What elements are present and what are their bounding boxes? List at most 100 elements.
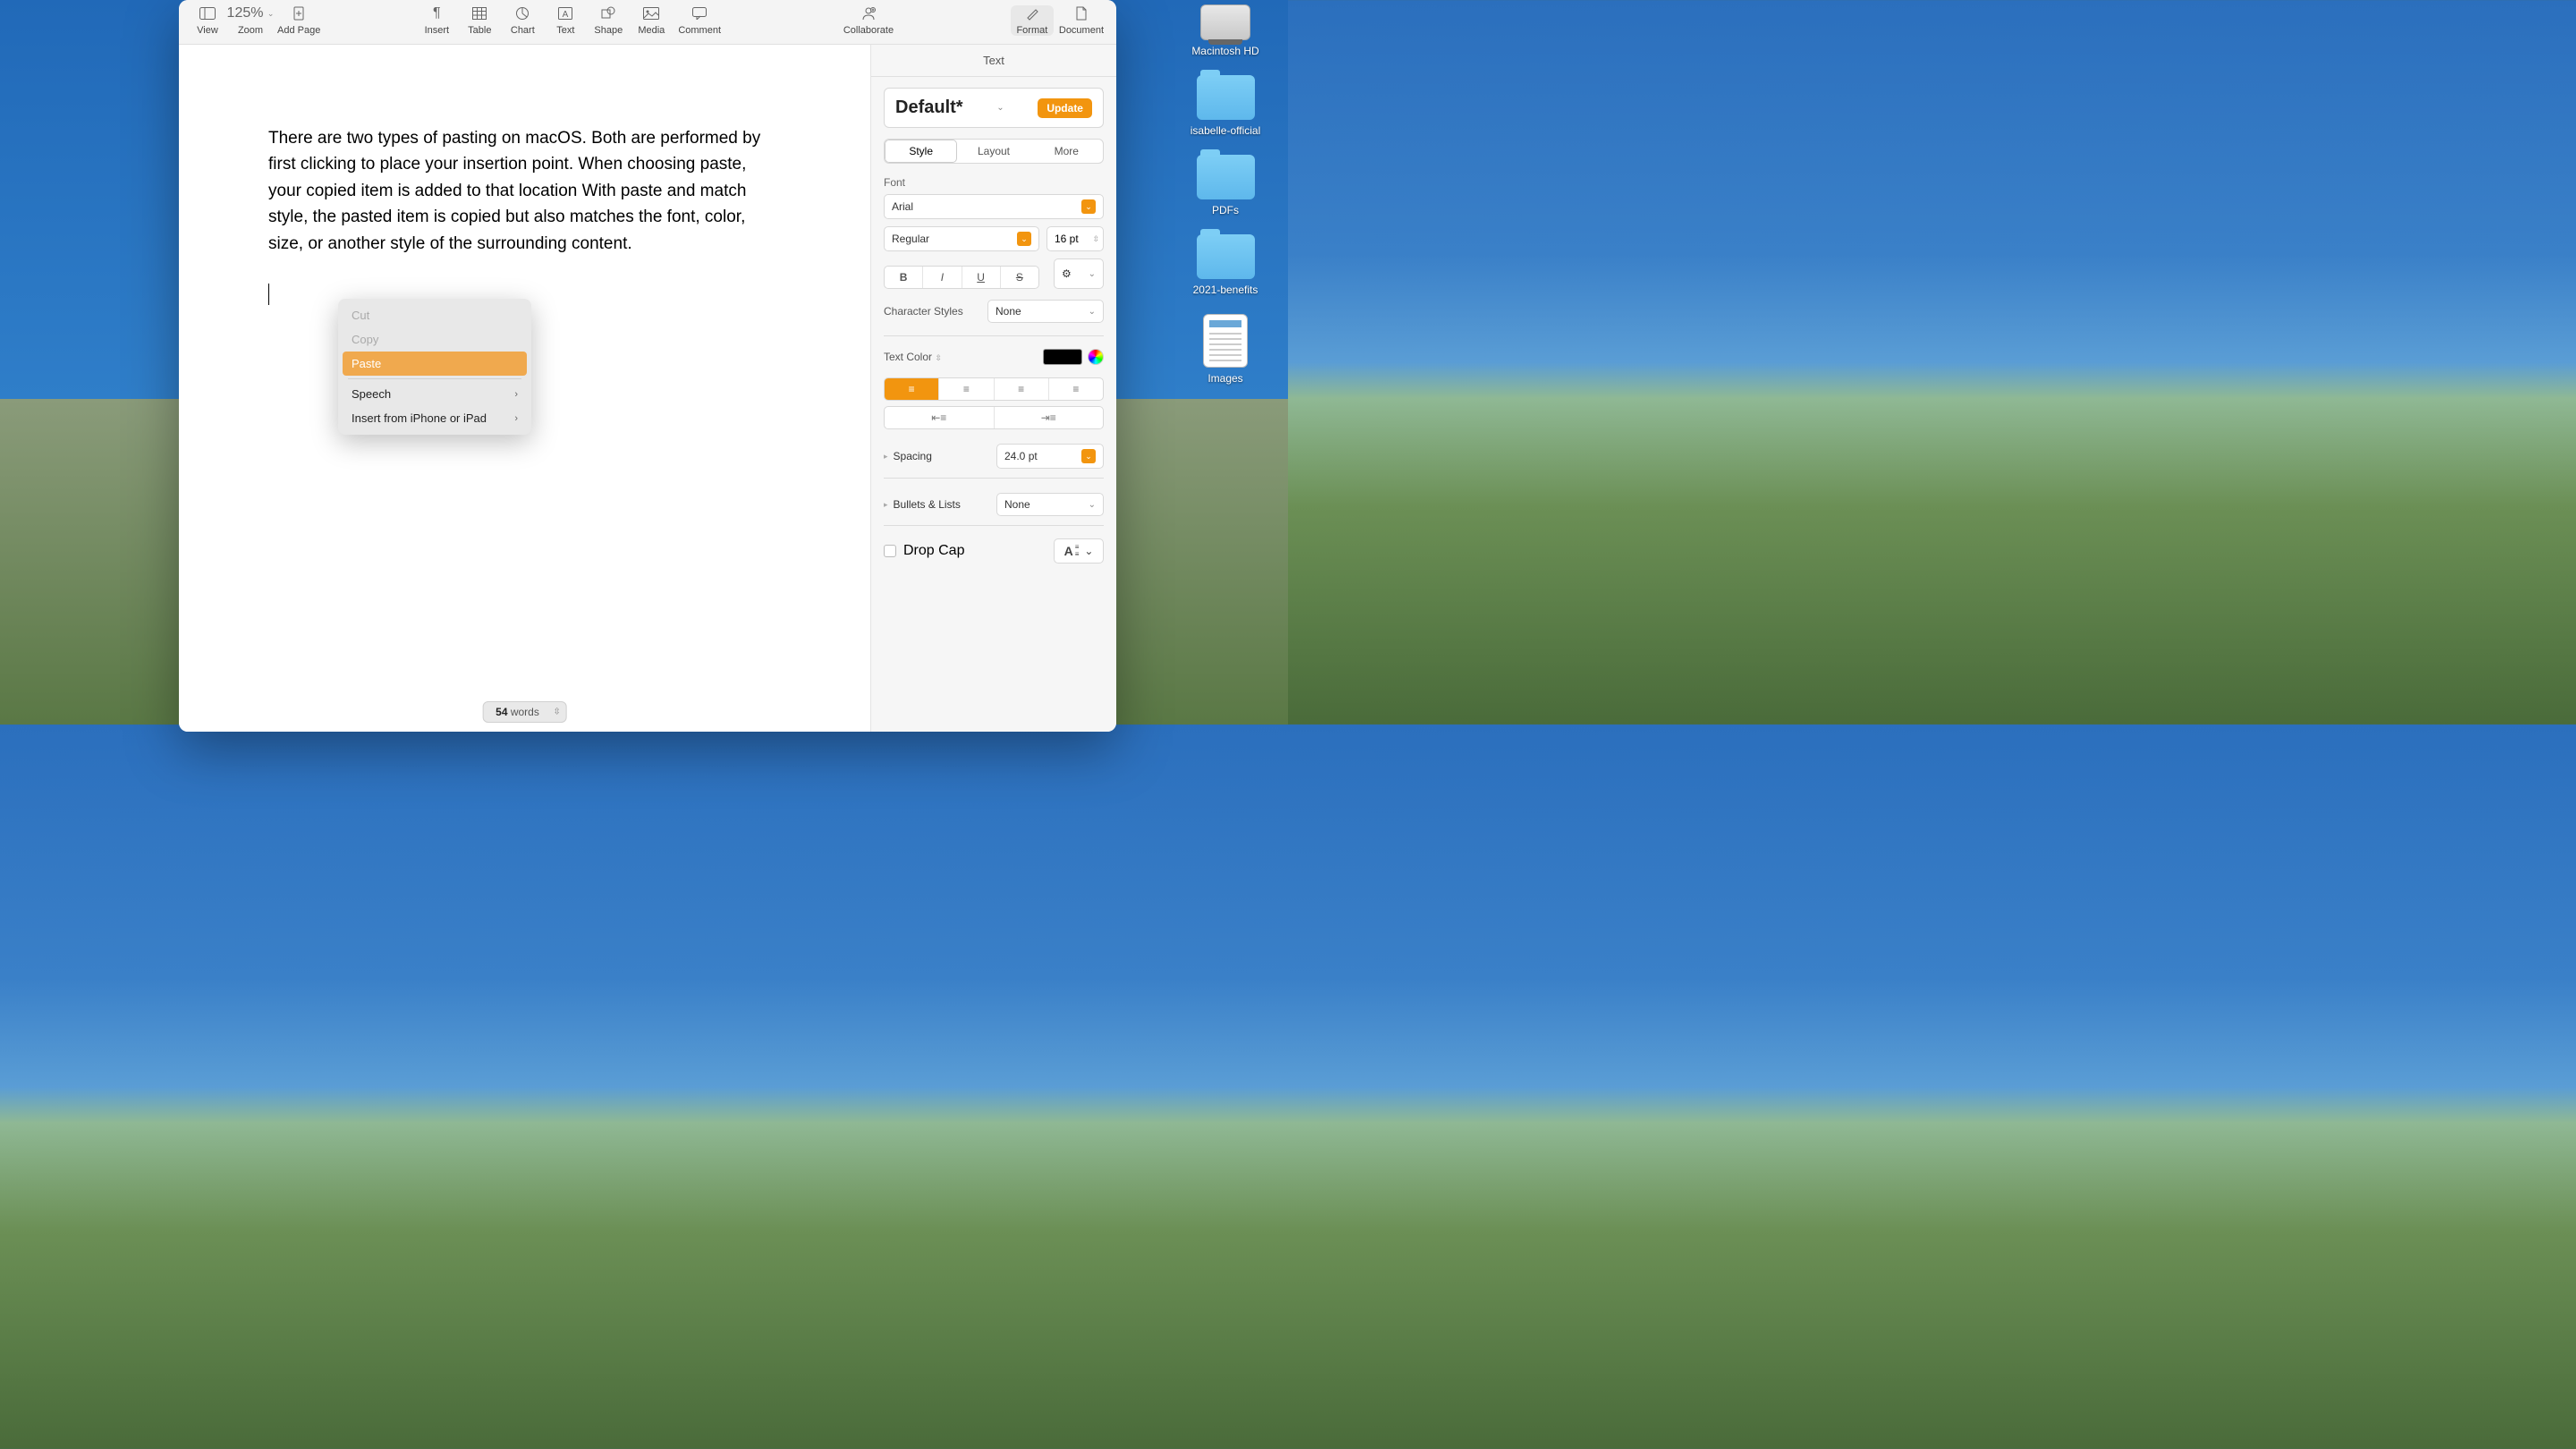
context-speech-label: Speech	[352, 387, 391, 401]
pages-window: View 125% ⌄ Zoom Add Page ¶ Insert Table	[179, 0, 1116, 732]
paragraph-style-picker[interactable]: Default* ⌄ Update	[884, 88, 1104, 128]
outdent-button[interactable]: ⇤≡	[885, 407, 995, 428]
toolbar-label: Chart	[511, 25, 535, 36]
add-page-icon	[290, 5, 308, 21]
bold-button[interactable]: B	[885, 267, 923, 288]
table-button[interactable]: Table	[458, 5, 501, 36]
desktop-icon-folder[interactable]: PDFs	[1172, 155, 1279, 216]
toolbar-label: Table	[468, 25, 491, 36]
folder-icon	[1197, 75, 1255, 120]
comment-button[interactable]: Comment	[673, 5, 726, 36]
stepper-icon[interactable]: ⇳	[1092, 234, 1099, 244]
indent-button[interactable]: ⇥≡	[995, 407, 1104, 428]
dropcap-style-select[interactable]: A≡≡ ⌄	[1054, 538, 1104, 564]
font-size-input[interactable]: 16 pt ⇳	[1046, 226, 1104, 251]
spacing-label: Spacing	[894, 450, 991, 462]
context-cut: Cut	[343, 303, 527, 327]
toolbar-label: Add Page	[277, 25, 320, 36]
dropcap-checkbox[interactable]	[884, 545, 896, 557]
desktop-icon-folder[interactable]: 2021-benefits	[1172, 234, 1279, 296]
text-color-swatch[interactable]	[1043, 349, 1082, 365]
desktop-icon-folder[interactable]: isabelle-official	[1172, 75, 1279, 137]
gear-icon: ⚙	[1062, 267, 1072, 280]
shape-button[interactable]: Shape	[587, 5, 630, 36]
toolbar-label: Comment	[678, 25, 721, 36]
desktop-icon-hd[interactable]: Macintosh HD	[1172, 4, 1279, 57]
context-speech[interactable]: Speech ›	[343, 382, 527, 406]
document-button[interactable]: Document	[1054, 5, 1109, 36]
desktop-icon-label: Images	[1172, 372, 1279, 385]
document-body-text[interactable]: There are two types of pasting on macOS.…	[268, 125, 781, 257]
text-button[interactable]: A Text	[544, 5, 587, 36]
align-center-button[interactable]: ≡	[939, 378, 994, 400]
add-page-button[interactable]: Add Page	[272, 5, 326, 36]
font-section-label: Font	[884, 176, 1104, 189]
toolbar-label: Insert	[425, 25, 450, 36]
chevron-right-icon: ›	[514, 389, 518, 400]
image-file-icon	[1203, 314, 1248, 368]
bullets-select[interactable]: None ⌄	[996, 493, 1104, 516]
color-wheel-button[interactable]	[1088, 349, 1104, 365]
format-button[interactable]: Format	[1011, 5, 1054, 36]
context-insert-device[interactable]: Insert from iPhone or iPad ›	[343, 406, 527, 430]
context-copy: Copy	[343, 327, 527, 352]
chevron-down-icon: ⌄	[1089, 500, 1096, 510]
inspector-subtabs: Style Layout More	[884, 139, 1104, 164]
desktop-icon-label: isabelle-official	[1172, 124, 1279, 137]
insert-button[interactable]: ¶ Insert	[415, 5, 458, 36]
toolbar-label: Document	[1059, 25, 1104, 36]
advanced-font-button[interactable]: ⚙ ⌄	[1054, 258, 1104, 289]
character-styles-select[interactable]: None ⌄	[987, 300, 1104, 323]
subtab-style[interactable]: Style	[885, 140, 957, 163]
align-left-button[interactable]: ≡	[885, 378, 939, 400]
strikethrough-button[interactable]: S	[1001, 267, 1038, 288]
dropcap-label: Drop Cap	[903, 543, 964, 558]
italic-button[interactable]: I	[923, 267, 962, 288]
update-style-button[interactable]: Update	[1038, 98, 1092, 118]
hard-drive-icon	[1200, 4, 1250, 40]
font-family-select[interactable]: Arial ⌄	[884, 194, 1104, 219]
align-right-button[interactable]: ≡	[995, 378, 1049, 400]
pilcrow-icon: ¶	[428, 5, 445, 21]
inspector-tab-text[interactable]: Text	[871, 45, 1116, 77]
media-button[interactable]: Media	[630, 5, 673, 36]
select-arrow-icon: ⌄	[1081, 199, 1096, 214]
view-button[interactable]: View	[186, 5, 229, 36]
context-menu: Cut Copy Paste Speech › Insert from iPho…	[338, 299, 531, 435]
bullets-label: Bullets & Lists	[894, 498, 991, 511]
desktop-icon-label: PDFs	[1172, 204, 1279, 216]
zoom-button[interactable]: 125% ⌄ Zoom	[229, 5, 272, 36]
disclosure-triangle-icon[interactable]: ▸	[884, 500, 888, 510]
context-insert-device-label: Insert from iPhone or iPad	[352, 411, 487, 425]
text-style-group: B I U S	[884, 266, 1039, 289]
collaborate-button[interactable]: Collaborate	[838, 5, 899, 36]
select-arrow-icon: ⌄	[1081, 449, 1096, 463]
underline-button[interactable]: U	[962, 267, 1001, 288]
shape-icon	[599, 5, 617, 21]
document-icon	[1072, 5, 1090, 21]
disclosure-triangle-icon[interactable]: ▸	[884, 452, 888, 462]
stepper-icon[interactable]: ⇳	[553, 708, 560, 717]
align-justify-button[interactable]: ≡	[1049, 378, 1103, 400]
toolbar-label: View	[197, 25, 218, 36]
select-arrow-icon: ⌄	[1017, 232, 1031, 246]
chevron-down-icon: ⌄	[1089, 269, 1096, 279]
desktop-icon-image[interactable]: Images	[1172, 314, 1279, 385]
chevron-right-icon: ›	[514, 413, 518, 424]
dropcap-checkbox-label[interactable]: Drop Cap	[884, 543, 964, 559]
font-weight-select[interactable]: Regular ⌄	[884, 226, 1039, 251]
context-paste[interactable]: Paste	[343, 352, 527, 376]
toolbar-label: Collaborate	[843, 25, 894, 36]
subtab-layout[interactable]: Layout	[957, 140, 1030, 163]
spacing-value: 24.0 pt	[1004, 450, 1038, 462]
toolbar-label: Text	[556, 25, 574, 36]
chart-button[interactable]: Chart	[501, 5, 544, 36]
spacing-select[interactable]: 24.0 pt ⌄	[996, 444, 1104, 469]
toolbar-label: Media	[638, 25, 665, 36]
chevron-down-icon: ⌄	[996, 103, 1004, 113]
word-count-pill[interactable]: 54 words ⇳	[482, 701, 567, 723]
subtab-more[interactable]: More	[1030, 140, 1103, 163]
text-cursor	[268, 284, 269, 305]
desktop-icons-column: Macintosh HD isabelle-official PDFs 2021…	[1172, 4, 1279, 402]
paintbrush-icon	[1023, 5, 1041, 21]
